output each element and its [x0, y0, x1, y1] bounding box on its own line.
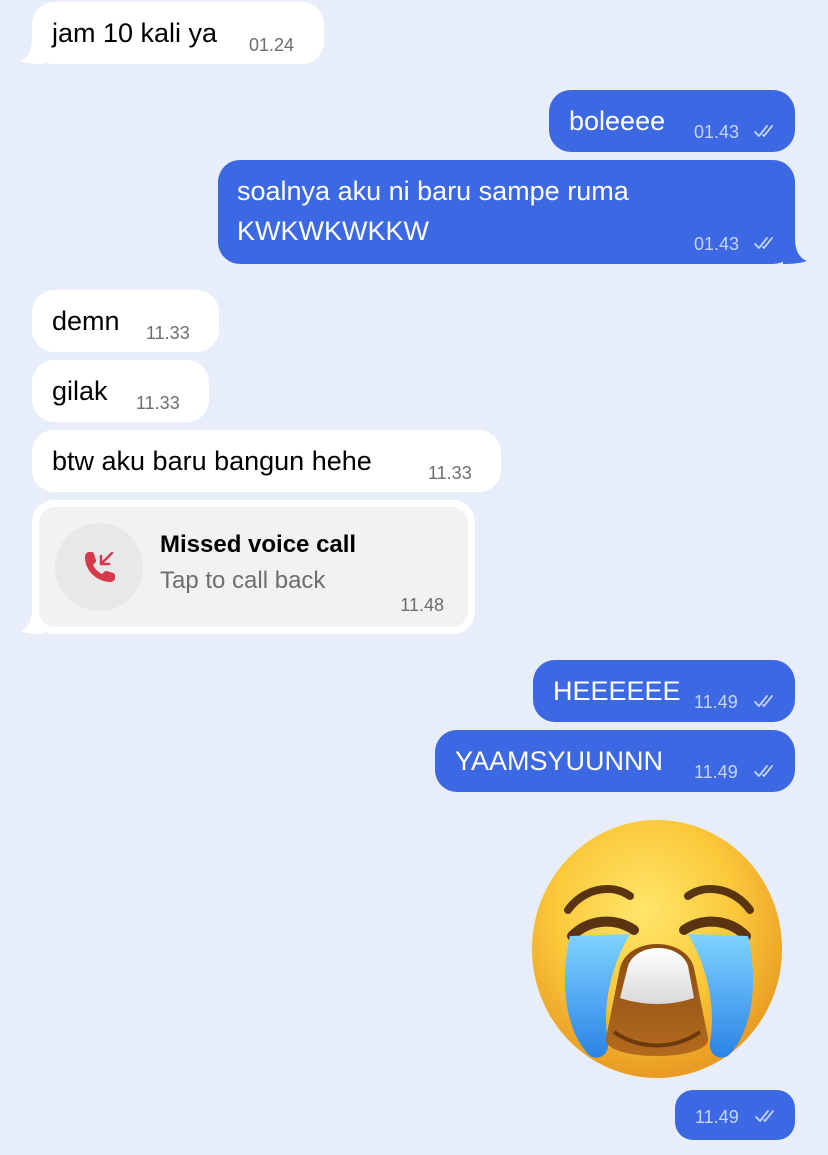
missed-call-card[interactable]: Missed voice call Tap to call back 11.48	[39, 507, 468, 627]
double-check-icon	[755, 1110, 774, 1122]
message-time: 11.49	[695, 1107, 739, 1127]
missed-call-icon	[85, 551, 115, 582]
message-text: btw aku baru bangun hehe	[52, 446, 372, 476]
message-text: demn	[52, 306, 120, 336]
message-text: jam 10 kali ya	[52, 18, 218, 48]
double-check-icon	[754, 237, 773, 249]
message-time: 01.24	[249, 35, 295, 55]
message-text: YAAMSYUUNNN	[455, 746, 664, 776]
message-time: 11.49	[694, 692, 738, 712]
loudly-crying-face-emoji[interactable]	[530, 818, 784, 1080]
call-title: Missed voice call	[160, 531, 357, 558]
message-time: 11.48	[400, 595, 444, 615]
double-check-icon	[754, 695, 773, 707]
message-time: 01.43	[694, 122, 740, 142]
call-subtitle: Tap to call back	[160, 567, 326, 594]
double-check-icon	[754, 125, 773, 137]
message-time: 11.49	[694, 762, 738, 782]
message-time: 01.43	[694, 234, 740, 254]
message-time: 11.33	[428, 463, 472, 483]
message-text-line: soalnya aku ni baru sampe ruma	[237, 176, 629, 206]
message-text: boleeee	[569, 106, 666, 136]
message-time: 11.33	[136, 393, 180, 413]
message-time: 11.33	[146, 323, 190, 343]
call-icon-button[interactable]	[55, 523, 143, 611]
message-text-line: KWKWKWKKW	[237, 216, 429, 246]
message-text: gilak	[52, 376, 108, 406]
message-text: HEEEEEE	[553, 676, 681, 706]
double-check-icon	[754, 765, 773, 777]
